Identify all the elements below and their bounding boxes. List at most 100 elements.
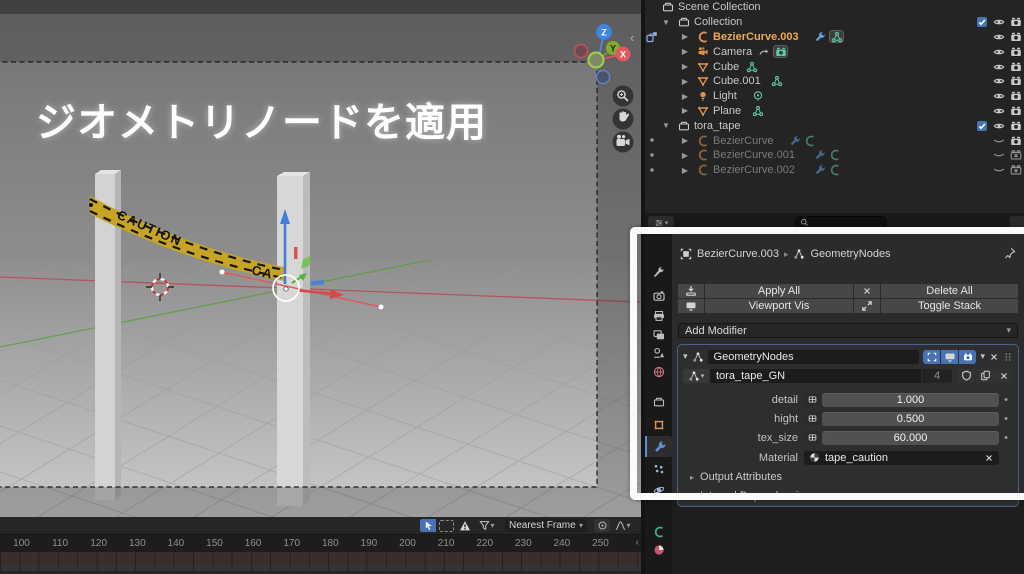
outliner-row[interactable]: ▶ Plane	[645, 104, 1024, 119]
unlink-button[interactable]	[995, 368, 1013, 383]
remove-modifier-button[interactable]	[989, 352, 999, 362]
checkbox-checked-icon[interactable]	[976, 120, 988, 132]
disclosure-triangle[interactable]: ▼	[661, 18, 671, 27]
outliner-item-label[interactable]: tora_tape	[694, 120, 740, 132]
disclosure-triangle[interactable]: ▶	[680, 47, 690, 56]
wrench-icon[interactable]	[814, 31, 826, 43]
eye-open-icon[interactable]	[993, 16, 1005, 28]
toggle-stack-icon-button[interactable]	[854, 299, 880, 313]
filter-button[interactable]: ▾	[476, 519, 498, 532]
animate-dot[interactable]: •	[999, 394, 1013, 406]
browse-node-group-button[interactable]: ▾	[683, 368, 709, 383]
outliner-item-label[interactable]: Plane	[713, 105, 741, 117]
light-data-icon[interactable]	[752, 90, 764, 102]
camera-render-icon[interactable]	[1010, 120, 1022, 132]
outliner-row[interactable]: ▶ Cube.001	[645, 74, 1024, 89]
camera-data-box-icon[interactable]	[773, 45, 789, 59]
anim-icon[interactable]	[758, 46, 770, 58]
viewport-3d[interactable]: CAUTION CA Z Y X ジオメトリノードを適用 ‹	[0, 0, 641, 517]
internal-dependencies-section[interactable]: ▸ Internal Dependencies	[690, 490, 810, 502]
breadcrumb-modifier[interactable]: GeometryNodes	[810, 248, 890, 260]
viewport-camera-button[interactable]	[612, 131, 634, 153]
outliner-row[interactable]: ▶ BezierCurve.002	[645, 163, 1024, 178]
camera-render-icon[interactable]	[1010, 61, 1022, 73]
outliner-item-label[interactable]: BezierCurve	[713, 135, 774, 147]
camera-render-icon[interactable]	[1010, 31, 1022, 43]
viewport-vis-icon-button[interactable]	[678, 299, 704, 313]
interpolation-button[interactable]: ▾	[613, 519, 633, 532]
viewport-pan-button[interactable]	[612, 108, 634, 130]
disclosure-triangle[interactable]: ▶	[680, 106, 690, 115]
tab-tool[interactable]	[645, 261, 672, 282]
editor-type-button[interactable]: ▾	[648, 216, 674, 229]
breadcrumb-object[interactable]: BezierCurve.003	[697, 248, 779, 260]
outliner-row[interactable]: ▶ BezierCurve.001	[645, 148, 1024, 163]
animate-dot[interactable]: •	[999, 413, 1013, 425]
camera-render-icon[interactable]	[1010, 46, 1022, 58]
outliner-item-label[interactable]: Collection	[694, 16, 742, 28]
clear-material-button[interactable]	[984, 453, 994, 463]
disclosure-triangle[interactable]: ▶	[680, 136, 690, 145]
search-input[interactable]	[795, 216, 887, 229]
disclosure-triangle[interactable]: ▶	[680, 92, 690, 101]
select-tool-button[interactable]	[420, 519, 436, 532]
input-attribute-toggle[interactable]	[804, 393, 820, 406]
apply-all-icon-button[interactable]	[678, 284, 704, 298]
snap-mode-dropdown[interactable]: Nearest Frame ▾	[505, 519, 587, 532]
material-field[interactable]: tape_caution	[804, 450, 999, 465]
fake-user-button[interactable]	[957, 368, 975, 383]
tab-particles[interactable]	[645, 458, 672, 479]
outliner-row[interactable]: ▶ BezierCurve.003	[645, 30, 1024, 45]
timeline-ruler[interactable]: 100 110 120 130 140 150 160 170 180 190 200 210 220 2…	[0, 535, 641, 552]
outliner-row[interactable]: Scene Collection	[645, 0, 1024, 15]
input-attribute-toggle[interactable]	[804, 431, 820, 444]
eye-open-icon[interactable]	[993, 46, 1005, 58]
nodes-icon[interactable]	[746, 61, 758, 73]
node-group-name-field[interactable]: tora_tape_GN	[710, 368, 921, 383]
wrench-icon[interactable]	[814, 164, 826, 176]
tab-world[interactable]	[645, 361, 672, 382]
header-overflow-button[interactable]	[1010, 216, 1024, 229]
edit-mode-display-toggle[interactable]	[923, 349, 941, 364]
curve-data-icon[interactable]	[829, 164, 841, 176]
apply-all-button[interactable]: Apply All	[705, 284, 853, 298]
outliner-item-label[interactable]: BezierCurve.001	[713, 149, 795, 161]
eye-closed-icon[interactable]	[993, 164, 1005, 176]
param-value-slider[interactable]: 60.000	[822, 430, 999, 445]
outliner-item-label[interactable]: Scene Collection	[678, 1, 761, 13]
input-attribute-toggle[interactable]	[804, 412, 820, 425]
users-count-button[interactable]: 4	[922, 368, 952, 383]
eye-open-icon[interactable]	[993, 31, 1005, 43]
tab-material[interactable]	[645, 539, 672, 560]
eye-open-icon[interactable]	[993, 105, 1005, 117]
outliner-row[interactable]: ▶ Camera	[645, 44, 1024, 59]
disclosure-triangle[interactable]: ▶	[680, 77, 690, 86]
tab-scene[interactable]	[645, 342, 672, 363]
outliner-item-label[interactable]: BezierCurve.002	[713, 164, 795, 176]
param-value-slider[interactable]: 0.500	[822, 411, 999, 426]
new-copy-button[interactable]	[976, 368, 994, 383]
eye-open-icon[interactable]	[993, 75, 1005, 87]
extras-dropdown[interactable]: ▾	[980, 351, 985, 362]
keying-set-button[interactable]	[594, 519, 610, 532]
modifier-name-field[interactable]: GeometryNodes	[707, 349, 920, 364]
tab-collection-tab[interactable]	[645, 391, 672, 412]
wrench-icon[interactable]	[789, 135, 801, 147]
viewport-vis-button[interactable]: Viewport Vis	[705, 299, 853, 313]
outliner-row[interactable]: ▶ BezierCurve	[645, 133, 1024, 148]
camera-render-icon[interactable]	[1010, 105, 1022, 117]
camera-render-icon[interactable]	[1010, 90, 1022, 102]
pin-icon[interactable]	[1004, 247, 1016, 259]
outliner-row[interactable]: ▶ Light	[645, 89, 1024, 104]
drag-handle-icon[interactable]	[1003, 352, 1013, 362]
output-attributes-section[interactable]: ▸ Output Attributes	[690, 471, 782, 483]
outliner-row[interactable]: ▶ Cube	[645, 59, 1024, 74]
tab-modifier-wrench[interactable]	[645, 436, 672, 457]
camera-disabled-icon[interactable]	[1010, 149, 1022, 161]
tab-object[interactable]	[645, 414, 672, 435]
disclosure-triangle[interactable]: ▼	[661, 121, 671, 130]
camera-render-icon[interactable]	[1010, 16, 1022, 28]
nodes-icon[interactable]	[752, 105, 764, 117]
disclosure-triangle[interactable]: ▶	[680, 32, 690, 41]
disclosure-triangle[interactable]: ▶	[680, 151, 690, 160]
